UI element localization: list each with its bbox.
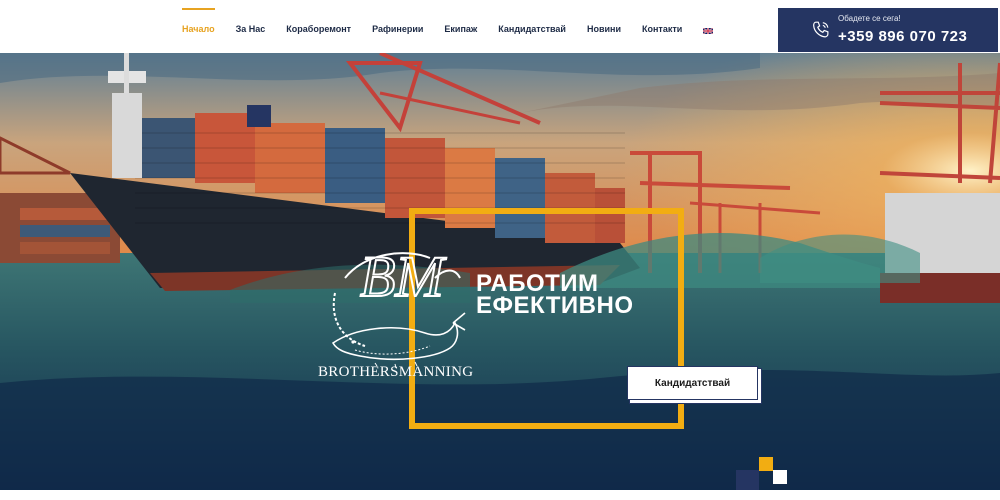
hero-headline: РАБОТИМ ЕФЕКТИВНО xyxy=(476,272,634,319)
headline-line-2: ЕФЕКТИВНО xyxy=(476,292,634,319)
nav-item-ship-repair[interactable]: Кораборемонт xyxy=(286,0,351,53)
nav-item-apply[interactable]: Кандидатствай xyxy=(498,0,566,53)
nav-item-crew[interactable]: Екипаж xyxy=(444,0,477,53)
site-header: Начало За Нас Кораборемонт Рафинерии Еки… xyxy=(0,0,1000,53)
call-box[interactable]: Обадете се сега! +359 896 070 723 xyxy=(778,8,998,52)
apply-button[interactable]: Кандидатствай xyxy=(627,366,758,400)
logo-wordmark: BROTHERSMANNING xyxy=(318,364,474,380)
decorative-square xyxy=(773,470,787,484)
hero-banner: BM BROTHERSMANNING РАБОТИМ ЕФЕКТИВНО Кан… xyxy=(0,53,1000,490)
nav-item-home[interactable]: Начало xyxy=(182,0,215,53)
phone-number[interactable]: +359 896 070 723 xyxy=(838,28,967,45)
uk-flag-icon xyxy=(703,27,714,34)
phone-icon xyxy=(813,21,829,38)
language-switcher[interactable] xyxy=(703,0,714,53)
nav-item-about[interactable]: За Нас xyxy=(236,0,266,53)
call-label: Обадете се сега! xyxy=(838,14,901,23)
apply-button-label: Кандидатствай xyxy=(654,377,731,389)
nav-item-refineries[interactable]: Рафинерии xyxy=(372,0,423,53)
page-bottom xyxy=(0,490,1000,500)
decorative-square xyxy=(759,457,773,471)
nav-item-contacts[interactable]: Контакти xyxy=(642,0,682,53)
decorative-square xyxy=(247,105,271,127)
main-nav: Начало За Нас Кораборемонт Рафинерии Еки… xyxy=(182,0,734,53)
decorative-square xyxy=(736,470,759,490)
nav-item-news[interactable]: Новини xyxy=(587,0,621,53)
